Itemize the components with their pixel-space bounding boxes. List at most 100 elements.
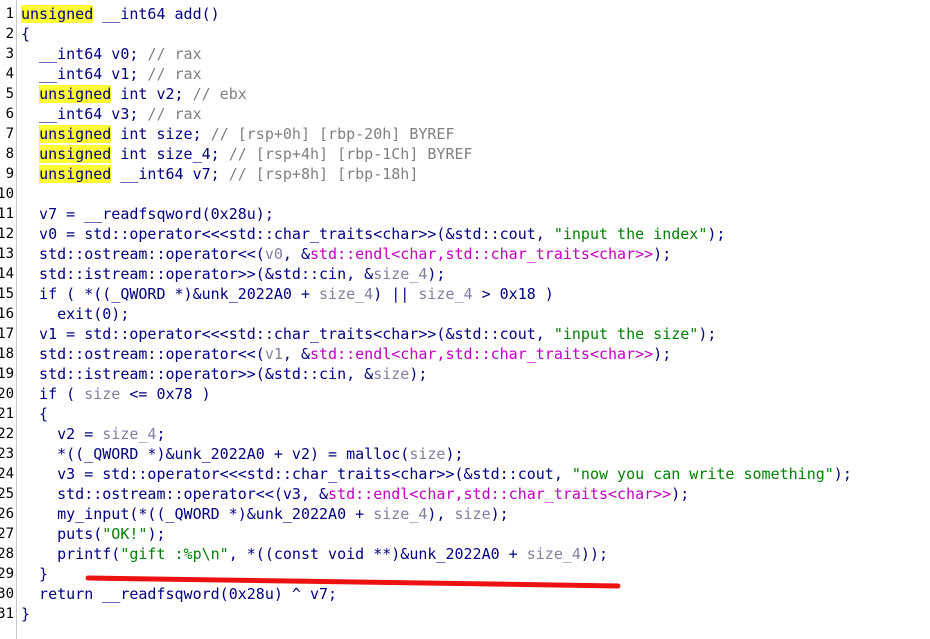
code-token: ); xyxy=(147,525,166,543)
line-number: 17 xyxy=(0,326,14,342)
line-number: 20 xyxy=(0,386,14,402)
code-text: std::istream::operator>>(&std::cin, &siz… xyxy=(21,364,427,384)
line-number: 23 xyxy=(0,446,14,462)
code-text: { xyxy=(21,404,48,424)
line-number: 29 xyxy=(0,566,14,582)
code-token: exit(0); xyxy=(21,305,130,323)
code-token: std::ostream::operator<<(v3, & xyxy=(21,485,329,503)
code-text: return __readfsqword(0x28u) ^ v7; xyxy=(21,584,337,604)
code-text: } xyxy=(21,604,30,624)
code-token: __int64 add() xyxy=(93,5,220,23)
line-number: 22 xyxy=(0,426,14,442)
code-text: v2 = size_4; xyxy=(21,424,166,444)
code-token: __int64 v0; xyxy=(21,45,148,63)
line-number: 26 xyxy=(0,506,14,522)
code-text: unsigned int size_4; // [rsp+4h] [rbp-1C… xyxy=(21,144,473,164)
code-token: std::endl<char,std::char_traits<char>> xyxy=(328,485,672,503)
code-token: size_4 xyxy=(319,285,374,303)
code-token: std::istream::operator>>(&std::cin, & xyxy=(21,265,374,283)
line-number: 15 xyxy=(0,286,14,302)
code-token: size xyxy=(373,365,410,383)
line-number: 27 xyxy=(0,526,14,542)
highlighted-keyword: unsigned xyxy=(39,165,112,183)
code-token: ); xyxy=(671,485,690,503)
code-token: )); xyxy=(580,545,609,563)
code-token: ); xyxy=(833,465,852,483)
code-token: std::ostream::operator<<( xyxy=(21,245,265,263)
code-text: unsigned int size; // [rsp+0h] [rbp-20h]… xyxy=(21,124,455,144)
code-text: { xyxy=(21,24,30,44)
code-token: <= 0x78 ) xyxy=(120,385,211,403)
code-token: size_4 xyxy=(373,265,428,283)
line-number: 5 xyxy=(5,86,14,102)
code-token: } xyxy=(21,605,31,623)
code-text: my_input(*((_QWORD *)&unk_2022A0 + size_… xyxy=(21,504,509,524)
line-number: 24 xyxy=(0,466,14,482)
code-text: if ( size <= 0x78 ) xyxy=(21,384,211,404)
code-token: // ebx xyxy=(192,85,247,103)
line-number: 11 xyxy=(0,206,14,222)
line-number: 12 xyxy=(0,226,14,242)
code-text: *((_QWORD *)&unk_2022A0 + v2) = malloc(s… xyxy=(21,444,464,464)
line-number: 14 xyxy=(0,266,14,282)
code-token: // rax xyxy=(147,65,202,83)
code-text: unsigned __int64 v7; // [rsp+8h] [rbp-18… xyxy=(21,164,418,184)
code-token: "input the size" xyxy=(553,325,699,343)
code-token: ); xyxy=(653,345,672,363)
code-token: // [rsp+8h] [rbp-18h] xyxy=(228,165,419,183)
code-token: ); xyxy=(445,445,464,463)
code-text: if ( *((_QWORD *)&unk_2022A0 + size_4) |… xyxy=(21,284,554,304)
code-token: v2 = xyxy=(21,425,103,443)
code-token: ); xyxy=(409,365,428,383)
code-token: ; xyxy=(156,425,166,443)
line-number: 13 xyxy=(0,246,14,262)
code-token: int size_4; xyxy=(111,145,229,163)
code-token: "OK!" xyxy=(102,525,148,543)
code-token: size_4 xyxy=(526,545,581,563)
code-token: __int64 v3; xyxy=(21,105,148,123)
code-text: __int64 v0; // rax xyxy=(21,44,202,64)
line-number: 18 xyxy=(0,346,14,362)
code-token: , & xyxy=(282,345,310,363)
line-number: 3 xyxy=(5,46,14,62)
code-text: } xyxy=(21,564,48,584)
code-text: std::ostream::operator<<(v3, &std::endl<… xyxy=(21,484,689,504)
highlighted-keyword: unsigned xyxy=(21,5,94,23)
code-token: > 0x18 ) xyxy=(472,285,554,303)
code-token: size_4 xyxy=(373,505,428,523)
code-token: "gift :%p\n" xyxy=(120,545,229,563)
code-token: v3 = std::operator<<<std::char_traits<ch… xyxy=(21,465,572,483)
code-token: printf( xyxy=(21,545,121,563)
code-text: puts("OK!"); xyxy=(21,524,166,544)
code-token: // rax xyxy=(147,45,202,63)
line-number: 4 xyxy=(5,66,14,82)
code-token: my_input(*((_QWORD *)&unk_2022A0 + xyxy=(21,505,374,523)
code-token: std::istream::operator>>(&std::cin, & xyxy=(21,365,374,383)
code-token: ); xyxy=(490,505,509,523)
code-token: "now you can write something" xyxy=(571,465,834,483)
line-number: 9 xyxy=(5,166,14,182)
line-number: 6 xyxy=(5,106,14,122)
code-text: __int64 v3; // rax xyxy=(21,104,202,124)
code-token: // rax xyxy=(147,105,202,123)
code-token: ) || xyxy=(373,285,419,303)
code-token: size xyxy=(409,445,446,463)
code-text: v7 = __readfsqword(0x28u); xyxy=(21,204,274,224)
line-number: 28 xyxy=(0,546,14,562)
code-token: std::endl<char,std::char_traits<char>> xyxy=(310,245,654,263)
line-number: 25 xyxy=(0,486,14,502)
highlighted-keyword: unsigned xyxy=(39,145,112,163)
code-text: printf("gift :%p\n", *((const void **)&u… xyxy=(21,544,608,564)
code-token: v1 = std::operator<<<std::char_traits<ch… xyxy=(21,325,554,343)
pseudocode-view[interactable]: 1 unsigned __int64 add() 2 {3 __int64 v0; /… xyxy=(0,0,930,639)
code-token: size_4 xyxy=(102,425,157,443)
line-number: 19 xyxy=(0,366,14,382)
code-token: return __readfsqword(0x28u) ^ v7; xyxy=(21,585,338,603)
line-number: 1 xyxy=(5,6,14,22)
code-token: , *((const void **)&unk_2022A0 + xyxy=(228,545,527,563)
line-number: 30 xyxy=(0,586,14,602)
code-text: v1 = std::operator<<<std::char_traits<ch… xyxy=(21,324,716,344)
